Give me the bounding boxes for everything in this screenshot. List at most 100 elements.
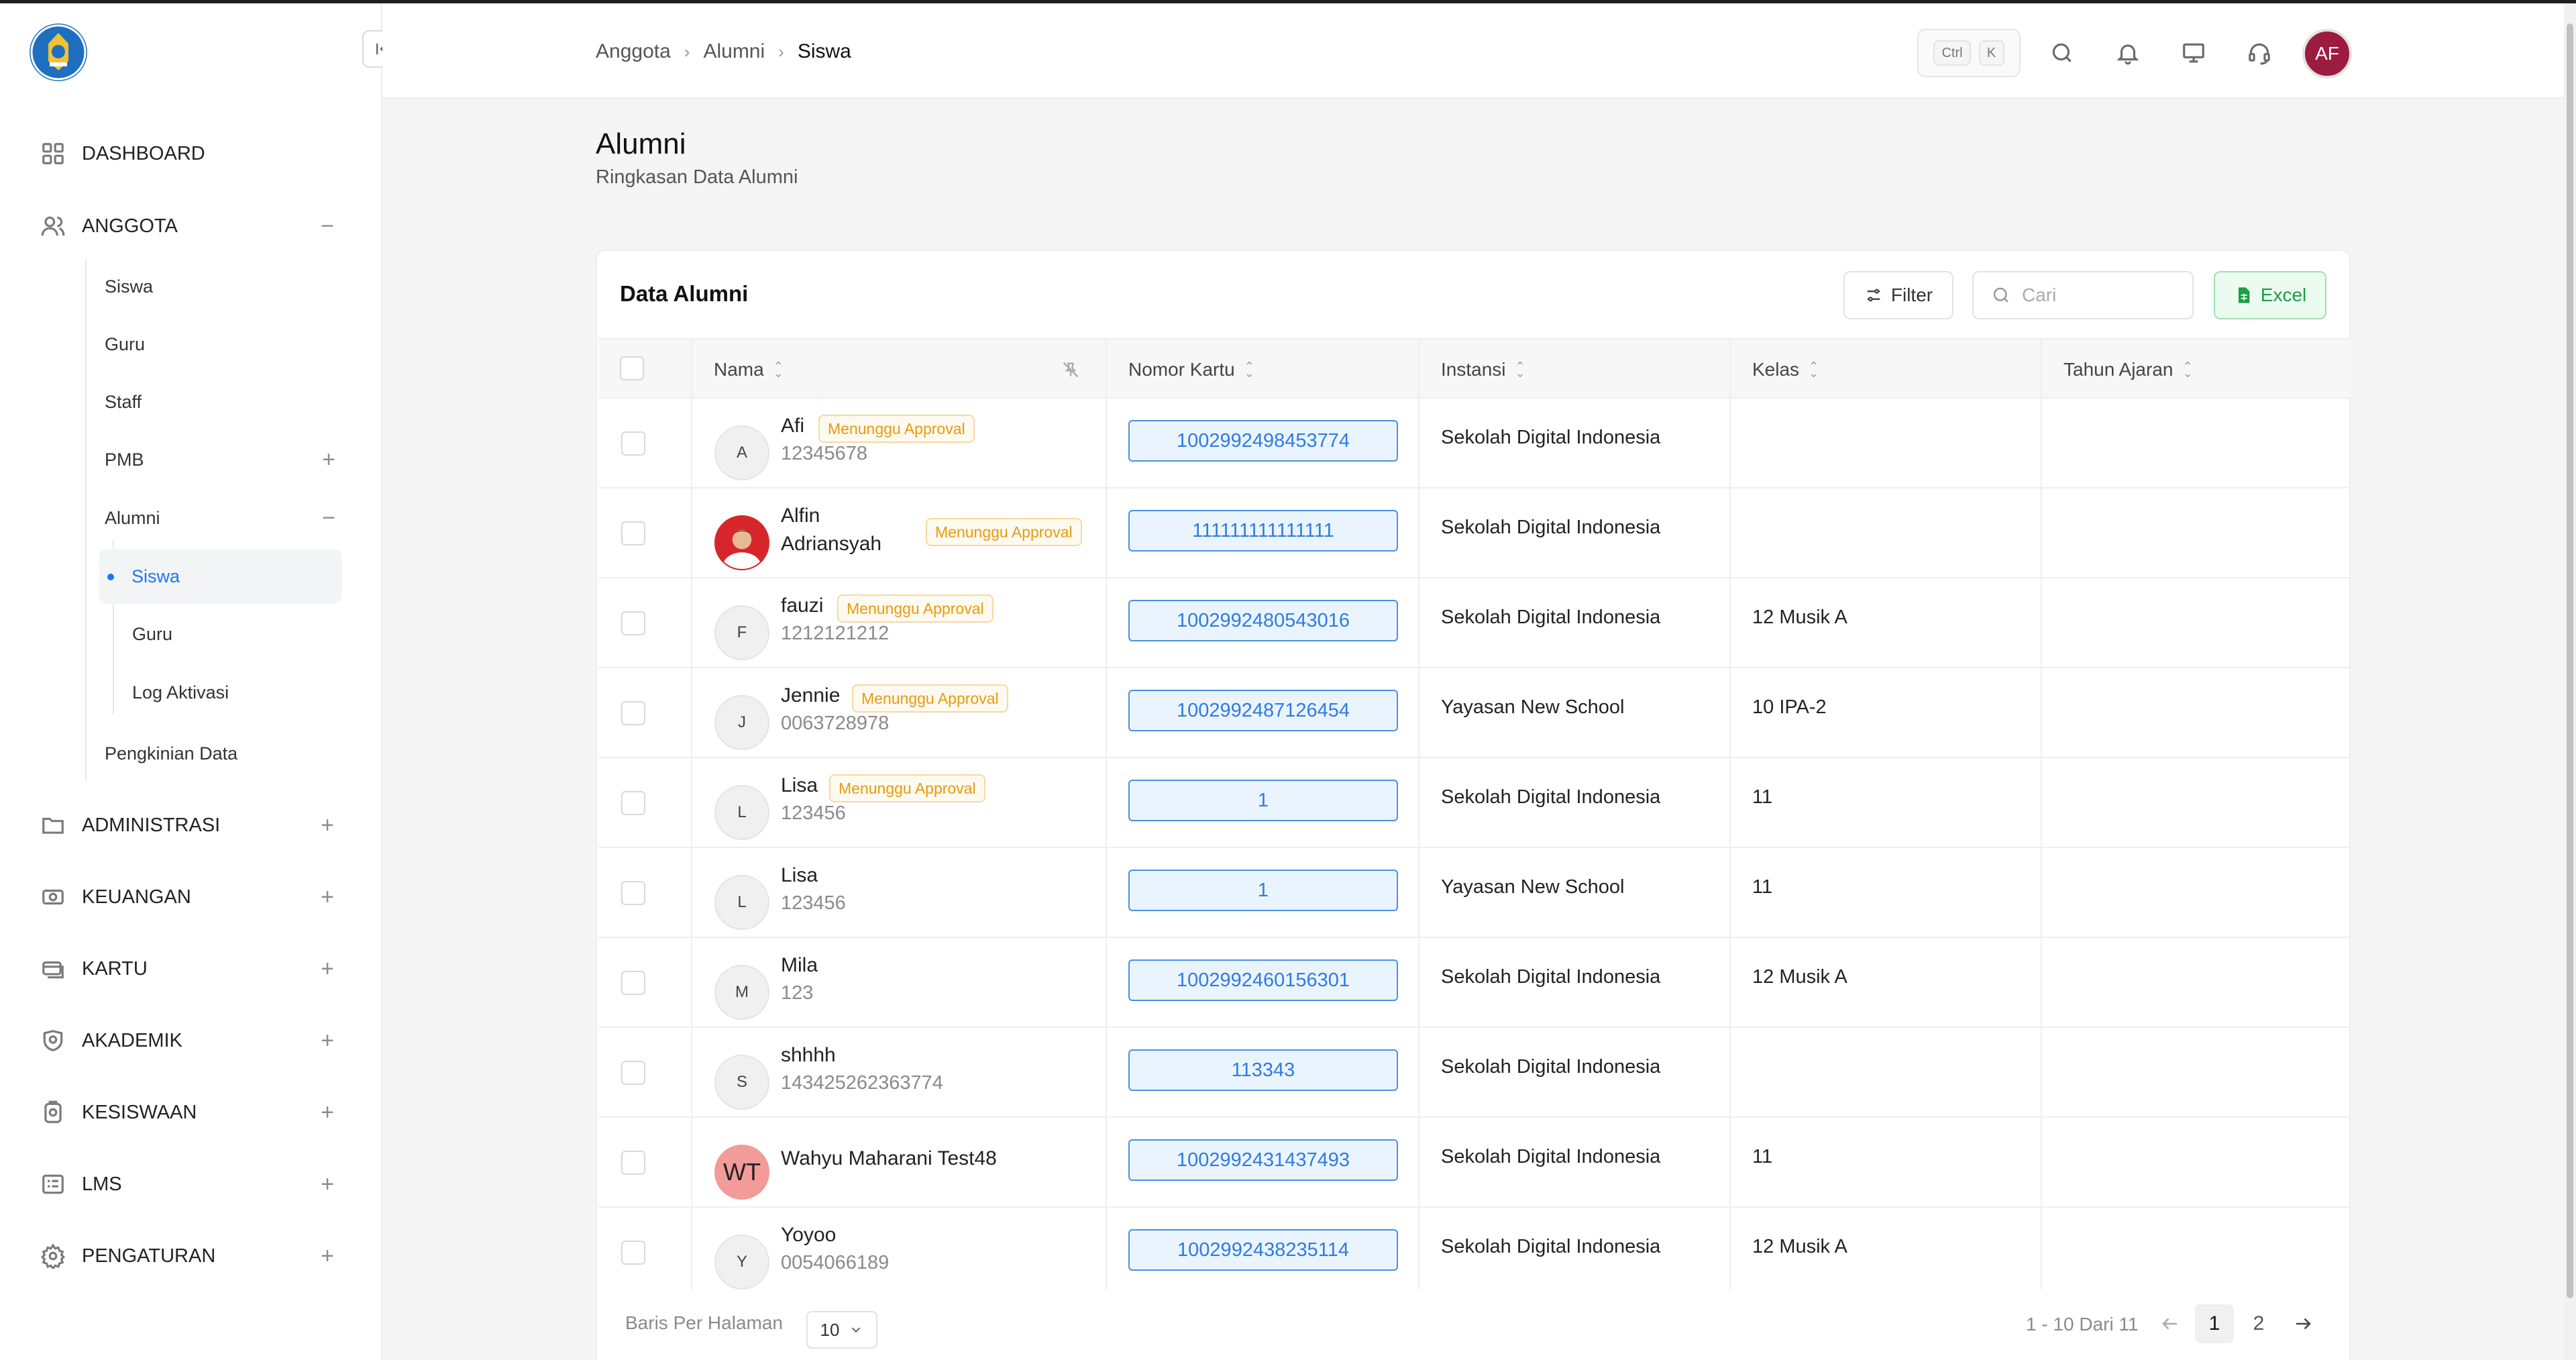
card-number[interactable]: 1002992438235114 (1128, 1229, 1398, 1271)
collapse-icon[interactable]: − (314, 213, 341, 240)
table-row[interactable]: L Lisa 123456 1 Yayasan New School 11 (598, 848, 2351, 938)
row-instansi: Sekolah Digital Indonesia (1441, 607, 1661, 628)
page-button-2[interactable]: 2 (2239, 1304, 2278, 1343)
expand-icon[interactable]: + (314, 813, 341, 839)
row-checkbox[interactable] (621, 971, 645, 995)
sort-icon[interactable]: ⌃ ⌄ (1515, 360, 1525, 379)
table-row[interactable]: L Lisa Menunggu Approval 123456 1 Sekola… (598, 758, 2351, 848)
sidebar-subitem-alumni-guru[interactable]: Guru (132, 614, 172, 654)
subitem-label: Alumni (105, 507, 160, 528)
sidebar-item-dashboard[interactable]: DASHBOARD (39, 134, 341, 174)
expand-icon[interactable]: + (314, 1100, 341, 1126)
table-row[interactable]: F fauzi Menunggu Approval 1212121212 100… (598, 578, 2351, 668)
sidebar-item-anggota[interactable]: ANGGOTA − (39, 206, 341, 246)
column-divider (691, 339, 692, 400)
sidebar-subitem-log-aktivasi[interactable]: Log Aktivasi (132, 672, 229, 713)
search-icon[interactable] (2047, 38, 2077, 68)
sidebar-item-lms[interactable]: LMS + (39, 1164, 341, 1204)
monitor-icon[interactable] (2179, 38, 2208, 68)
select-all-checkbox[interactable] (620, 356, 644, 380)
table-row[interactable]: Alfin Adriansyah Menunggu Approval 11111… (598, 488, 2351, 578)
table-row[interactable]: WT Wahyu Maharani Test48 100299243143749… (598, 1118, 2351, 1208)
column-header-tahun-ajaran[interactable]: Tahun Ajaran ⌃ ⌄ (2063, 339, 2193, 400)
sort-icon[interactable]: ⌃ ⌄ (773, 360, 784, 379)
card-number[interactable]: 1002992487126454 (1128, 690, 1398, 731)
command-palette-shortcut[interactable]: Ctrl K (1917, 29, 2021, 77)
page-button-1[interactable]: 1 (2195, 1304, 2234, 1343)
search-input[interactable]: Cari (1972, 271, 2194, 319)
column-label: Kelas (1752, 359, 1800, 380)
search-placeholder: Cari (2022, 284, 2057, 305)
card-number[interactable]: 1 (1128, 780, 1398, 821)
sidebar-item-kartu[interactable]: KARTU + (39, 949, 341, 989)
expand-icon[interactable]: + (314, 1243, 341, 1269)
pin-off-icon[interactable] (1061, 339, 1080, 400)
column-header-instansi[interactable]: Instansi ⌃ ⌄ (1441, 339, 1525, 400)
excel-export-button[interactable]: Excel (2214, 271, 2326, 319)
expand-icon[interactable]: + (314, 1171, 341, 1198)
bell-icon[interactable] (2113, 38, 2143, 68)
row-checkbox[interactable] (621, 701, 645, 725)
sidebar-item-administrasi[interactable]: ADMINISTRASI + (39, 805, 341, 845)
collapse-icon[interactable]: − (315, 505, 342, 531)
card-number[interactable]: 111111111111111 (1128, 510, 1398, 552)
sort-icon[interactable]: ⌃ ⌄ (2182, 360, 2192, 379)
breadcrumb-item[interactable]: Anggota (596, 40, 671, 63)
expand-icon[interactable]: + (315, 447, 342, 473)
table-row[interactable]: A Afi Menunggu Approval 12345678 1002992… (598, 399, 2351, 488)
row-checkbox[interactable] (621, 1151, 645, 1175)
column-header-nomor-kartu[interactable]: Nomor Kartu ⌃ ⌄ (1128, 339, 1254, 400)
row-checkbox[interactable] (621, 611, 645, 635)
sidebar-subitem-alumni[interactable]: Alumni − (105, 498, 342, 538)
card-number[interactable]: 1002992431437493 (1128, 1139, 1398, 1181)
table-row[interactable]: M Mila 123 1002992460156301 Sekolah Digi… (598, 938, 2351, 1028)
sidebar-subitem-guru[interactable]: Guru (105, 324, 342, 364)
spreadsheet-icon (2238, 287, 2250, 303)
sidebar-item-kesiswaan[interactable]: KESISWAAN + (39, 1092, 341, 1133)
row-checkbox[interactable] (621, 431, 645, 456)
breadcrumb-item[interactable]: Alumni (703, 40, 765, 63)
sidebar-subitem-alumni-siswa[interactable]: Siswa (99, 549, 342, 604)
sidebar-subitem-staff[interactable]: Staff (105, 382, 342, 422)
sidebar-subitem-pengkinian-data[interactable]: Pengkinian Data (105, 733, 342, 774)
column-header-nama[interactable]: Nama ⌃ ⌄ (714, 339, 784, 400)
sort-icon[interactable]: ⌃ ⌄ (1244, 360, 1254, 379)
row-checkbox[interactable] (621, 881, 645, 905)
card-number[interactable]: 113343 (1128, 1049, 1398, 1091)
table-row[interactable]: J Jennie Menunggu Approval 0063728978 10… (598, 668, 2351, 758)
table-row[interactable]: Y Yoyoo 0054066189 1002992438235114 Seko… (598, 1208, 2351, 1298)
expand-icon[interactable]: + (314, 1028, 341, 1054)
page-subtitle: Ringkasan Data Alumni (596, 166, 798, 188)
column-header-kelas[interactable]: Kelas ⌃ ⌄ (1752, 339, 1819, 400)
row-checkbox[interactable] (621, 521, 645, 545)
row-instansi: Yayasan New School (1441, 696, 1625, 718)
prev-page-button[interactable] (2151, 1304, 2190, 1343)
sidebar-item-keuangan[interactable]: KEUANGAN + (39, 877, 341, 917)
page-scrollbar[interactable] (2564, 3, 2576, 1360)
filter-button[interactable]: Filter (1843, 271, 1953, 319)
sidebar-item-akademik[interactable]: AKADEMIK + (39, 1021, 341, 1061)
row-name: Jennie (781, 684, 841, 707)
sidebar-item-label: ADMINISTRASI (82, 814, 221, 836)
next-page-button[interactable] (2284, 1304, 2322, 1343)
card-number[interactable]: 1002992460156301 (1128, 959, 1398, 1001)
app-logo[interactable] (30, 23, 87, 81)
user-avatar[interactable]: AF (2302, 29, 2352, 79)
card-number[interactable]: 1 (1128, 870, 1398, 911)
sidebar-subitem-siswa[interactable]: Siswa (105, 266, 342, 307)
expand-icon[interactable]: + (314, 884, 341, 910)
scrollbar-thumb[interactable] (2567, 23, 2573, 1298)
headset-icon[interactable] (2245, 38, 2274, 68)
sort-icon[interactable]: ⌃ ⌄ (1809, 360, 1819, 379)
table-row[interactable]: S shhhh 143425262363774 113343 Sekolah D… (598, 1028, 2351, 1118)
card-number[interactable]: 1002992480543016 (1128, 600, 1398, 641)
row-checkbox[interactable] (621, 1061, 645, 1085)
sidebar-item-pengaturan[interactable]: PENGATURAN + (39, 1236, 341, 1276)
sidebar-subitem-pmb[interactable]: PMB + (105, 439, 342, 480)
expand-icon[interactable]: + (314, 956, 341, 982)
row-checkbox[interactable] (621, 1241, 645, 1265)
row-id: 12345678 (781, 443, 868, 464)
rows-per-page-select[interactable]: 10 (806, 1311, 877, 1349)
card-number[interactable]: 1002992498453774 (1128, 420, 1398, 462)
row-checkbox[interactable] (621, 791, 645, 815)
